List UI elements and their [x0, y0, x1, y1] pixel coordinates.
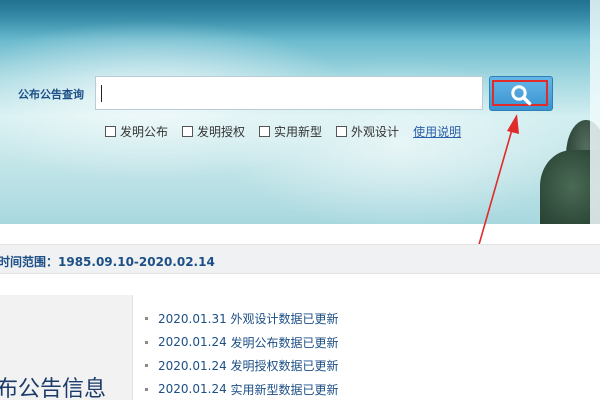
list-item[interactable]: 2020.01.31 外观设计数据已更新 [145, 307, 339, 331]
checkbox[interactable] [182, 125, 194, 137]
update-text: 实用新型数据已更新 [230, 382, 339, 397]
update-text: 发明授权数据已更新 [230, 359, 339, 374]
update-text: 发明公布数据已更新 [230, 335, 339, 350]
update-date: 2020.01.24 [158, 382, 227, 397]
page: 公布公告查询 发明公布 发明授权 实用新型 外观设计 使用说明 时间范围：198… [0, 0, 600, 400]
search-label: 公布公告查询 [18, 88, 84, 101]
update-date: 2020.01.31 [158, 311, 227, 326]
list-item[interactable]: 2020.01.24 发明公布数据已更新 [145, 331, 339, 355]
bullet-icon [145, 340, 148, 344]
update-date: 2020.01.24 [158, 358, 227, 373]
announcement-title: 布公告信息 [0, 377, 107, 400]
bullet-icon [145, 387, 148, 391]
update-list: 2020.01.31 外观设计数据已更新 2020.01.24 发明公布数据已更… [145, 307, 339, 400]
checkbox[interactable] [105, 125, 116, 137]
update-date: 2020.01.24 [158, 335, 227, 350]
option-label: 实用新型 [274, 124, 323, 139]
announcement-panel: 布公告信息 [0, 295, 133, 400]
date-range: 时间范围：1985.09.10-2020.02.14 [0, 255, 215, 269]
bullet-icon [145, 317, 148, 321]
list-item[interactable]: 2020.01.24 实用新型数据已更新 [145, 378, 339, 400]
banner-edge [590, 0, 600, 224]
search-input[interactable] [95, 76, 483, 110]
search-banner: 公布公告查询 发明公布 发明授权 实用新型 外观设计 使用说明 [0, 0, 600, 224]
option-invention-publication[interactable]: 发明公布 [105, 123, 168, 140]
help-link[interactable]: 使用说明 [413, 123, 461, 140]
text-caret [101, 85, 102, 102]
info-bar: 时间范围：1985.09.10-2020.02.14 [0, 244, 600, 274]
option-label: 发明公布 [120, 124, 169, 139]
option-label: 发明授权 [197, 124, 246, 139]
checkbox[interactable] [336, 125, 348, 137]
option-invention-grant[interactable]: 发明授权 [182, 123, 245, 140]
search-type-options: 发明公布 发明授权 实用新型 外观设计 使用说明 [105, 123, 461, 139]
update-text: 外观设计数据已更新 [230, 312, 339, 327]
search-button[interactable] [489, 76, 553, 111]
option-label: 外观设计 [351, 124, 400, 139]
search-icon [511, 85, 532, 106]
option-utility-model[interactable]: 实用新型 [259, 123, 322, 140]
list-item[interactable]: 2020.01.24 发明授权数据已更新 [145, 354, 339, 378]
option-design[interactable]: 外观设计 [336, 123, 399, 140]
bullet-icon [145, 364, 148, 368]
checkbox[interactable] [259, 125, 271, 137]
